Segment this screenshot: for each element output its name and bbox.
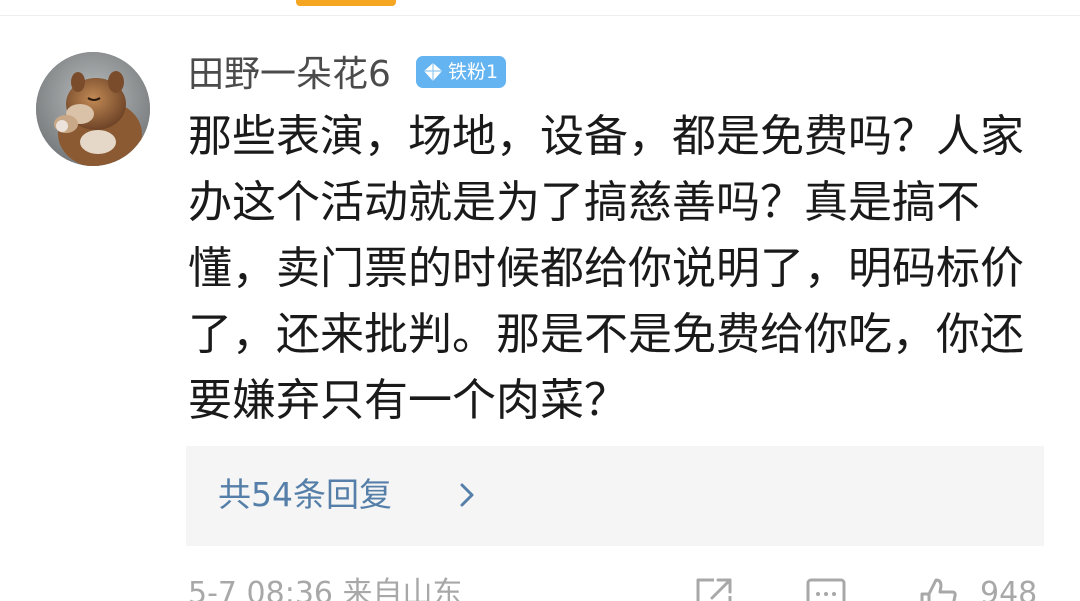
username[interactable]: 田野一朵花6 bbox=[188, 52, 391, 98]
like-count[interactable]: 948 bbox=[980, 574, 1037, 601]
comment-card: 田野一朵花6 铁粉1 那些表演，场地，设备，都是免费吗？人家办这个活动就是为了搞… bbox=[0, 0, 1080, 601]
chevron-right-icon bbox=[460, 483, 474, 507]
like-icon[interactable] bbox=[916, 574, 960, 601]
comment-text: 那些表演，场地，设备，都是免费吗？人家办这个活动就是为了搞慈善吗？真是搞不懂，卖… bbox=[188, 111, 1024, 426]
comment-icon[interactable] bbox=[804, 574, 848, 601]
active-tab-indicator bbox=[296, 0, 396, 6]
top-divider bbox=[0, 15, 1080, 16]
replies-label: 共54条回复 bbox=[218, 475, 392, 514]
share-icon[interactable] bbox=[692, 574, 736, 601]
squirrel-avatar-image bbox=[36, 52, 150, 166]
diamond-icon bbox=[424, 63, 442, 81]
comment-meta: 5-7 08:36 来自山东 bbox=[188, 576, 463, 601]
view-replies-button[interactable]: 共54条回复 bbox=[186, 446, 1044, 546]
avatar[interactable] bbox=[36, 52, 150, 166]
fan-badge[interactable]: 铁粉1 bbox=[416, 56, 507, 88]
badge-label: 铁粉1 bbox=[448, 61, 499, 83]
